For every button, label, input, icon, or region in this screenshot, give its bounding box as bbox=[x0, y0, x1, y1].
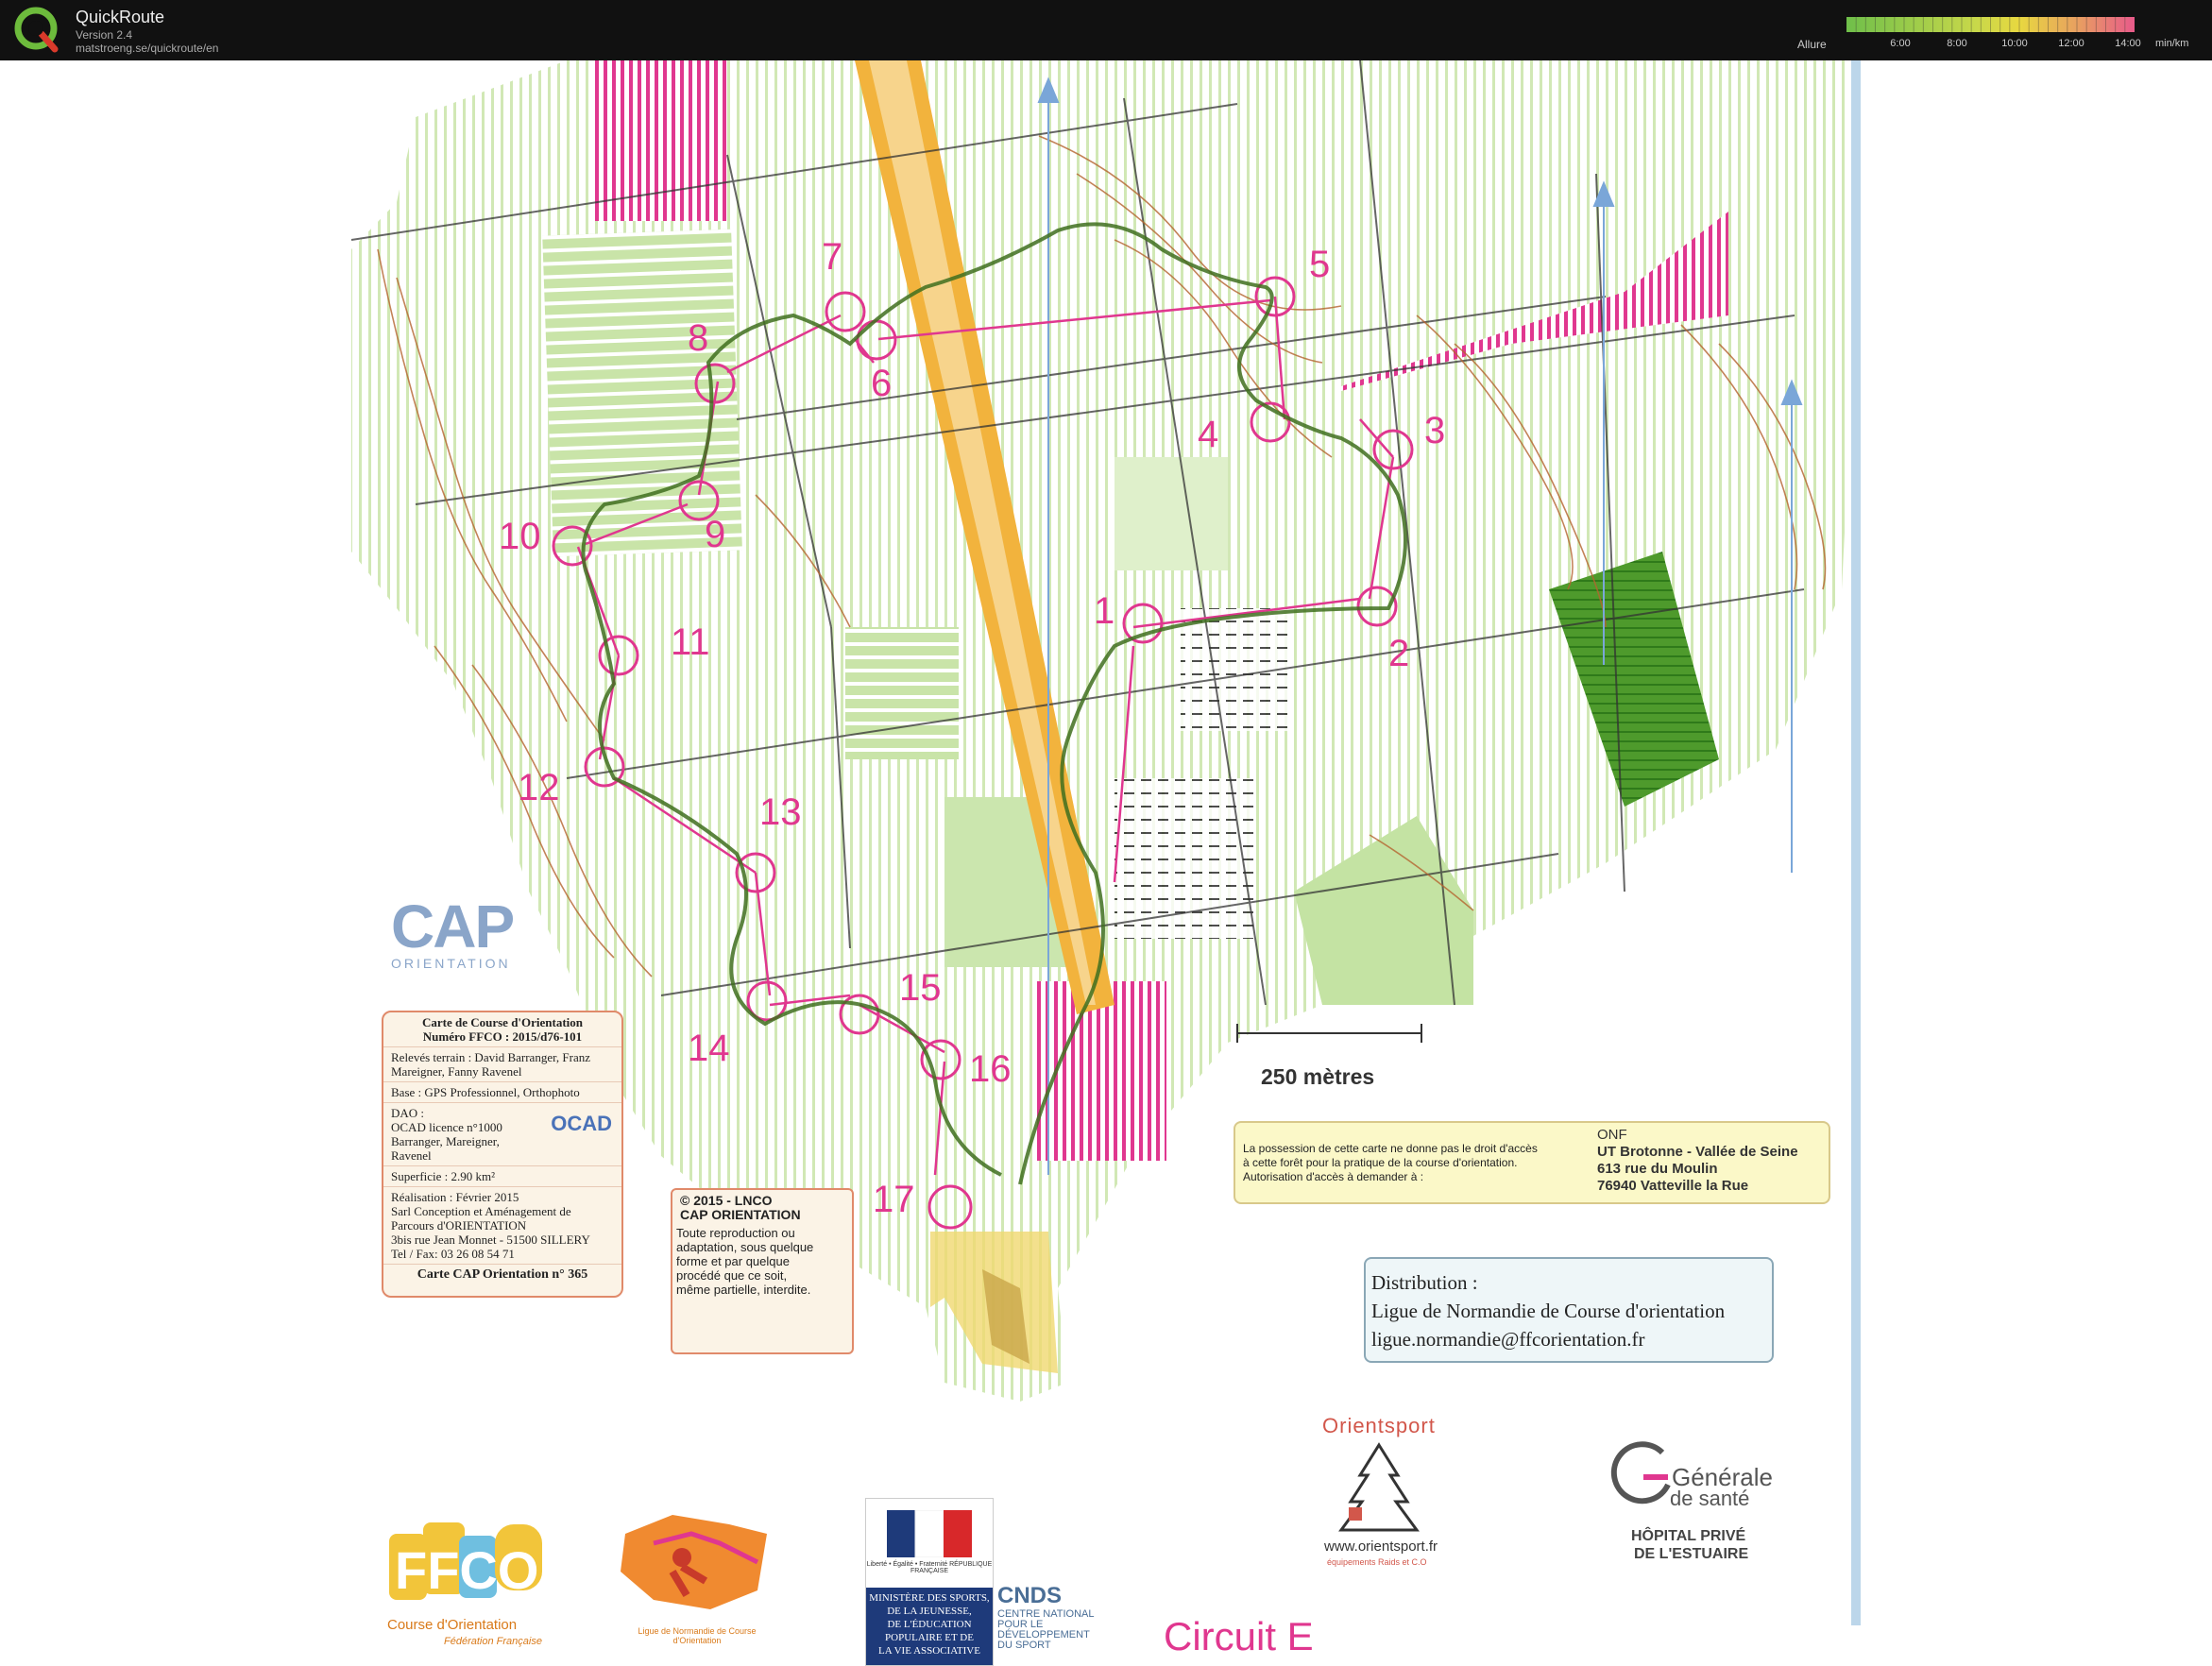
control-number: 9 bbox=[705, 514, 726, 555]
copyright-body: même partielle, interdite. bbox=[676, 1283, 811, 1297]
cap-orientation-logo: CAP ORIENTATION bbox=[391, 892, 515, 971]
quickroute-logo-icon bbox=[14, 7, 59, 53]
title-bar: QuickRoute Version 2.4 matstroeng.se/qui… bbox=[0, 0, 2212, 60]
copyright-body: Toute reproduction ou bbox=[676, 1226, 795, 1240]
control-number: 10 bbox=[499, 516, 541, 557]
map-canvas[interactable]: 1 2 3 4 5 6 7 8 9 10 11 12 13 14 15 16 1… bbox=[0, 60, 2212, 1666]
ligue-normandie-logo-icon bbox=[621, 1515, 767, 1609]
orientsport-title: Orientsport bbox=[1322, 1414, 1436, 1437]
orienteering-map bbox=[350, 60, 1863, 1625]
app-version: Version 2.4 bbox=[76, 28, 133, 42]
control-number: 16 bbox=[969, 1048, 1012, 1090]
copyright-body: forme et par quelque bbox=[676, 1254, 790, 1268]
orientsport-subtitle: équipements Raids et C.O bbox=[1327, 1557, 1427, 1567]
copyright-line: CAP ORIENTATION bbox=[680, 1207, 801, 1222]
control-number: 2 bbox=[1388, 633, 1410, 674]
orientsport-tree-icon bbox=[1338, 1442, 1420, 1532]
republic-label: Liberté • Égalité • Fraternité RÉPUBLIQU… bbox=[866, 1561, 993, 1574]
cap-logo-subtitle: ORIENTATION bbox=[391, 956, 511, 971]
onf-address: 613 rue du Moulin bbox=[1597, 1161, 1718, 1177]
hospital-name: DE L'ESTUAIRE bbox=[1634, 1546, 1749, 1562]
access-notice-text: La possession de cette carte ne donne pa… bbox=[1243, 1142, 1538, 1155]
copyright-body: adaptation, sous quelque bbox=[676, 1240, 814, 1254]
distribution-box: Distribution : Ligue de Normandie de Cou… bbox=[1364, 1257, 1774, 1363]
pace-color-scale[interactable] bbox=[1846, 17, 2135, 32]
card-title: Carte de Course d'Orientation bbox=[421, 1015, 584, 1029]
control-number: 12 bbox=[518, 767, 560, 808]
ligue-caption: Ligue de Normandie de Course d'Orientati… bbox=[638, 1626, 757, 1645]
control-number: 15 bbox=[899, 967, 942, 1009]
card-base: Base : GPS Professionnel, Orthophoto bbox=[383, 1082, 621, 1103]
card-realisation: Réalisation : Février 2015 bbox=[391, 1190, 519, 1204]
hospital-name: HÔPITAL PRIVÉ bbox=[1631, 1528, 1746, 1544]
pace-tick: 6:00 bbox=[1890, 38, 1911, 49]
control-number: 17 bbox=[873, 1179, 915, 1220]
control-number: 6 bbox=[871, 363, 893, 404]
control-number: 4 bbox=[1198, 414, 1219, 455]
control-number: 8 bbox=[688, 317, 709, 359]
pace-label: Allure bbox=[1797, 38, 1827, 51]
card-releves: Relevés terrain : David Barranger, Franz… bbox=[383, 1047, 621, 1082]
ffco-subcaption: Fédération Française bbox=[444, 1636, 542, 1647]
card-map-number: Carte CAP Orientation n° 365 bbox=[417, 1267, 588, 1282]
card-address: 3bis rue Jean Monnet - 51500 SILLERY bbox=[391, 1232, 590, 1247]
ministry-text: MINISTÈRE DES SPORTS, bbox=[869, 1592, 990, 1604]
card-phone: Tel / Fax: 03 26 08 54 71 bbox=[391, 1247, 515, 1261]
cnds-title: CNDS bbox=[997, 1583, 1063, 1608]
card-dao-line: Ravenel bbox=[391, 1148, 432, 1163]
ministry-text: DE L'ÉDUCATION bbox=[887, 1619, 972, 1630]
app-url[interactable]: matstroeng.se/quickroute/en bbox=[76, 42, 218, 55]
copyright-body: procédé que ce soit, bbox=[676, 1268, 788, 1283]
circuit-label: Circuit E bbox=[1164, 1614, 1314, 1658]
pace-unit: min/km bbox=[2155, 38, 2189, 49]
map-info-card: Carte de Course d'Orientation Numéro FFC… bbox=[382, 1011, 623, 1298]
pace-tick: 14:00 bbox=[2115, 38, 2141, 49]
ffco-logo-icon: FFCO bbox=[389, 1522, 542, 1600]
card-number: Numéro FFCO : 2015/d76-101 bbox=[422, 1029, 583, 1044]
ministry-text: POPULAIRE ET DE bbox=[885, 1632, 974, 1643]
card-company: Sarl Conception et Aménagement de bbox=[391, 1204, 571, 1218]
svg-text:FFCO: FFCO bbox=[395, 1540, 538, 1600]
control-number: 14 bbox=[688, 1028, 730, 1069]
ocad-logo: OCAD bbox=[551, 1112, 612, 1135]
app-title: QuickRoute bbox=[76, 8, 165, 26]
copyright-line: © 2015 - LNCO bbox=[680, 1193, 773, 1208]
ministry-text: DE LA JEUNESSE, bbox=[887, 1606, 972, 1617]
card-superficie: Superficie : 2.90 km² bbox=[383, 1166, 621, 1187]
onf-name: ONF bbox=[1597, 1127, 1627, 1143]
access-notice-text: Autorisation d'accès à demander à : bbox=[1243, 1170, 1424, 1183]
cnds-text: CENTRE NATIONAL POUR LE DÉVELOPPEMENT DU… bbox=[997, 1608, 1095, 1651]
onf-address: 76940 Vatteville la Rue bbox=[1597, 1178, 1749, 1194]
pace-tick: 10:00 bbox=[2001, 38, 2028, 49]
distribution-org: Ligue de Normandie de Course d'orientati… bbox=[1371, 1300, 1726, 1322]
card-company: Parcours d'ORIENTATION bbox=[391, 1218, 527, 1232]
distribution-label: Distribution : bbox=[1371, 1271, 1478, 1294]
scale-label: 250 mètres bbox=[1261, 1064, 1375, 1089]
orientsport-url[interactable]: www.orientsport.fr bbox=[1324, 1538, 1438, 1555]
control-number: 5 bbox=[1309, 244, 1331, 285]
access-notice-text: à cette forêt pour la pratique de la cou… bbox=[1243, 1156, 1518, 1169]
distribution-email: ligue.normandie@ffcorientation.fr bbox=[1371, 1328, 1645, 1351]
control-number: 7 bbox=[822, 236, 843, 278]
card-dao-line: Barranger, Mareigner, bbox=[391, 1134, 500, 1148]
onf-address: UT Brotonne - Vallée de Seine bbox=[1597, 1144, 1798, 1160]
control-number: 11 bbox=[671, 621, 710, 663]
ministry-text: LA VIE ASSOCIATIVE bbox=[878, 1645, 980, 1657]
pace-tick: 12:00 bbox=[2058, 38, 2084, 49]
cap-logo-text: CAP bbox=[391, 892, 515, 960]
access-notice-box: La possession de cette carte ne donne pa… bbox=[1234, 1121, 1830, 1204]
control-number: 1 bbox=[1094, 590, 1115, 632]
generale-de-sante-name: de santé bbox=[1670, 1487, 1750, 1510]
pace-tick: 8:00 bbox=[1947, 38, 1967, 49]
control-number: 13 bbox=[759, 791, 802, 833]
control-number: 3 bbox=[1424, 410, 1446, 451]
copyright-box: © 2015 - LNCO CAP ORIENTATION Toute repr… bbox=[671, 1188, 854, 1354]
french-flag-icon bbox=[887, 1510, 972, 1557]
ministry-logo: Liberté • Égalité • Fraternité RÉPUBLIQU… bbox=[865, 1498, 994, 1666]
